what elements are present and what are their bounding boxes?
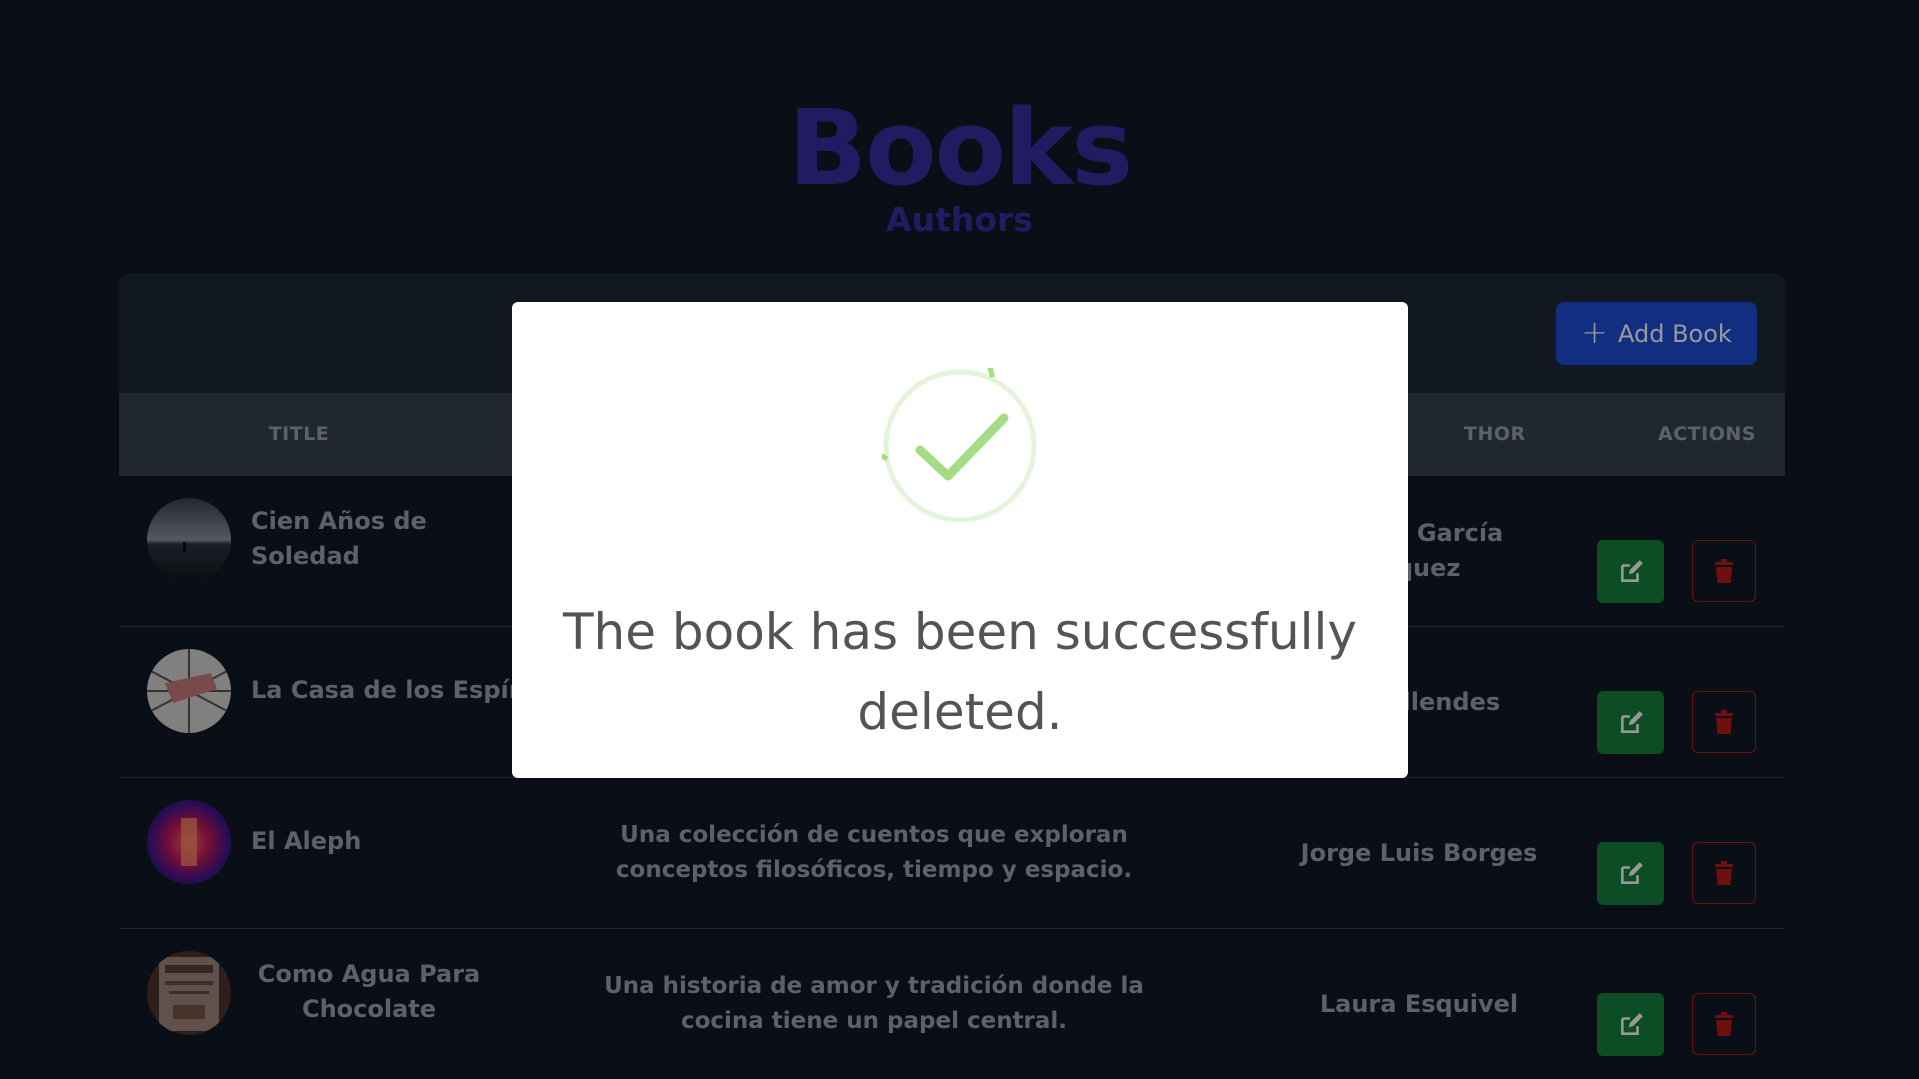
success-check-icon — [882, 368, 1037, 523]
books-page: Books Authors + Add Book TITLE THOR ACTI… — [0, 0, 1919, 1079]
modal-message: The book has been successfully deleted. — [562, 603, 1358, 741]
success-dialog: The book has been successfully deleted. — [512, 302, 1408, 778]
